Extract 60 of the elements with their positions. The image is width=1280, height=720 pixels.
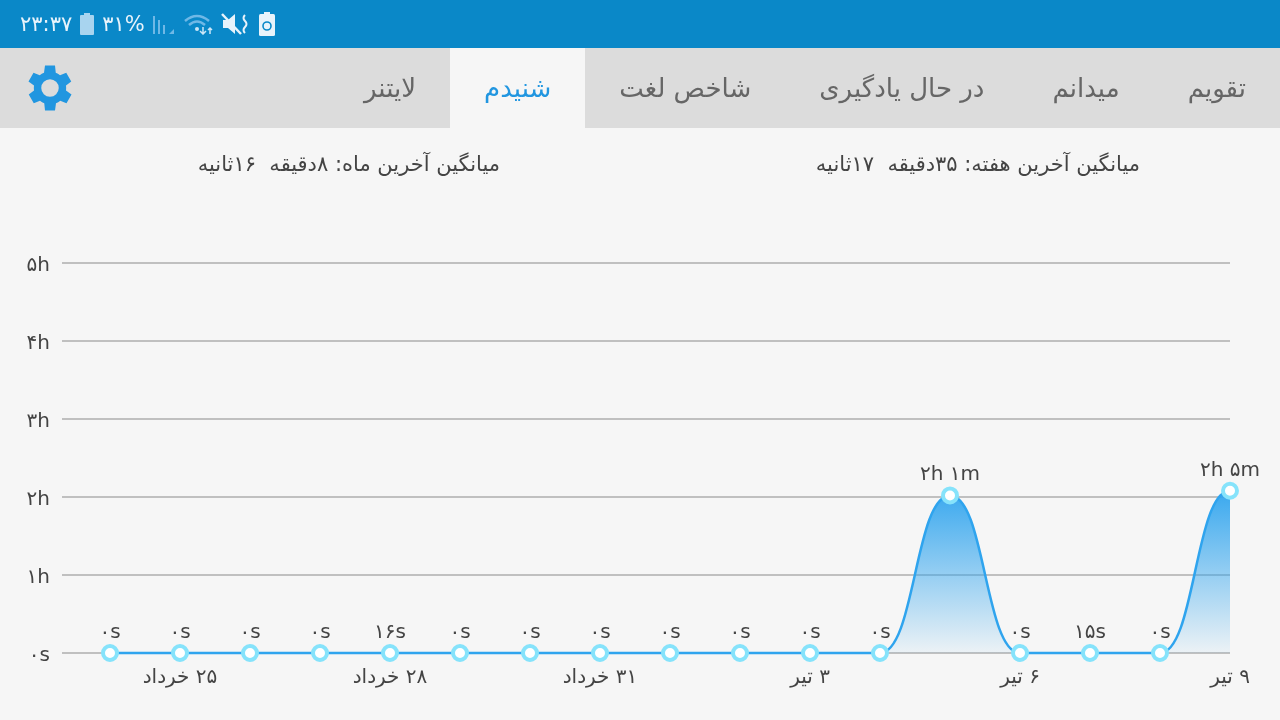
data-point <box>1221 481 1239 500</box>
x-axis-label: ۳ تیر <box>790 664 830 688</box>
y-axis-label: ۲h <box>26 486 50 510</box>
data-point <box>381 644 399 662</box>
y-axis-label: ۵h <box>26 252 50 276</box>
value-label: ۲h ۱m <box>920 461 980 486</box>
value-label: ۰s <box>1149 619 1171 643</box>
data-point <box>521 644 539 662</box>
value-label: ۰s <box>519 619 541 643</box>
y-axis-label: ۳h <box>26 408 50 432</box>
data-point <box>101 644 119 662</box>
data-point <box>801 644 819 662</box>
value-label: ۱۵s <box>1074 619 1106 643</box>
value-label: ۰s <box>589 619 611 643</box>
value-label: ۰s <box>1009 619 1031 643</box>
x-axis-label: ۲۵ خرداد <box>142 664 218 688</box>
value-label: ۰s <box>799 619 821 643</box>
battery-saver-icon <box>258 12 275 36</box>
average-text: میانگین آخرین ماه: ۸دقیقه ۱۶ثانیه <box>196 152 501 176</box>
value-label: ۰s <box>309 619 331 643</box>
x-axis-label: ۹ تیر <box>1210 664 1250 688</box>
y-axis-label: ۴h <box>26 330 50 354</box>
data-point <box>311 644 329 662</box>
tab[interactable]: شنیدم <box>450 48 586 128</box>
data-point <box>1151 644 1169 662</box>
data-point <box>241 644 259 662</box>
signal-icon <box>152 14 175 34</box>
average-text: میانگین آخرین هفته: ۳۵دقیقه ۱۷ثانیه <box>814 152 1141 176</box>
value-label: ۰s <box>449 619 471 643</box>
value-label: ۰s <box>239 619 261 643</box>
value-label: ۰s <box>659 619 681 643</box>
data-point <box>1081 644 1099 662</box>
wifi-icon <box>182 13 213 35</box>
data-point <box>451 644 469 662</box>
tab[interactable]: شاخص لغت <box>585 48 786 128</box>
battery-icon <box>80 13 95 35</box>
x-axis-label: ۲۸ خرداد <box>352 664 428 688</box>
data-point <box>941 486 959 505</box>
data-point <box>591 644 609 662</box>
value-label: ۰s <box>869 619 891 643</box>
tab[interactable]: میدانم <box>1018 48 1154 128</box>
data-point <box>661 644 679 662</box>
value-label: ۱۶s <box>374 619 406 643</box>
data-point <box>171 644 189 662</box>
value-label: ۰s <box>169 619 191 643</box>
y-axis-label: ۱h <box>26 564 50 588</box>
x-axis-label: ۶ تیر <box>1000 664 1040 688</box>
value-label: ۰s <box>99 619 121 643</box>
clock: ۲۳:۳۷ <box>20 12 73 36</box>
battery-percent: ۳۱% <box>102 12 145 36</box>
x-axis-label: ۳۱ خرداد <box>562 664 638 688</box>
y-axis-label: ۰s <box>28 642 50 666</box>
value-label: ۲h ۵m <box>1200 456 1260 481</box>
tab[interactable]: در حال یادگیری <box>785 48 1019 128</box>
data-point <box>871 644 889 662</box>
tab[interactable]: تقویم <box>1153 48 1280 128</box>
data-point <box>1011 644 1029 662</box>
tab[interactable]: لایتنر <box>329 48 451 128</box>
data-point <box>731 644 749 662</box>
value-label: ۰s <box>729 619 751 643</box>
